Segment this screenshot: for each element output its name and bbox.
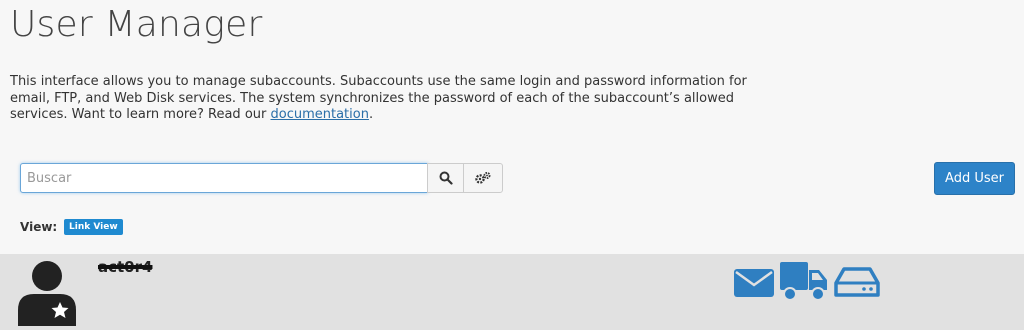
search-settings-button[interactable] bbox=[463, 163, 503, 193]
email-icon[interactable] bbox=[734, 266, 774, 298]
view-label: View: bbox=[20, 220, 58, 234]
link-view-badge[interactable]: Link View bbox=[64, 219, 123, 235]
description-text: This interface allows you to manage suba… bbox=[10, 74, 747, 122]
page-title: User Manager bbox=[10, 4, 263, 45]
user-avatar-icon bbox=[18, 261, 76, 326]
page-description: This interface allows you to manage suba… bbox=[10, 74, 770, 124]
add-user-button[interactable]: Add User bbox=[934, 162, 1015, 195]
user-row[interactable]: act0r4 bbox=[0, 254, 1024, 330]
search-input[interactable] bbox=[20, 163, 428, 193]
gears-icon bbox=[475, 172, 491, 184]
disk-icon[interactable] bbox=[834, 265, 880, 299]
search-button[interactable] bbox=[427, 163, 464, 193]
truck-icon[interactable] bbox=[780, 262, 828, 302]
username: act0r4 bbox=[98, 258, 153, 276]
search-icon bbox=[439, 171, 453, 185]
documentation-link[interactable]: documentation bbox=[270, 107, 368, 122]
user-services bbox=[734, 262, 880, 302]
description-suffix: . bbox=[368, 107, 374, 122]
